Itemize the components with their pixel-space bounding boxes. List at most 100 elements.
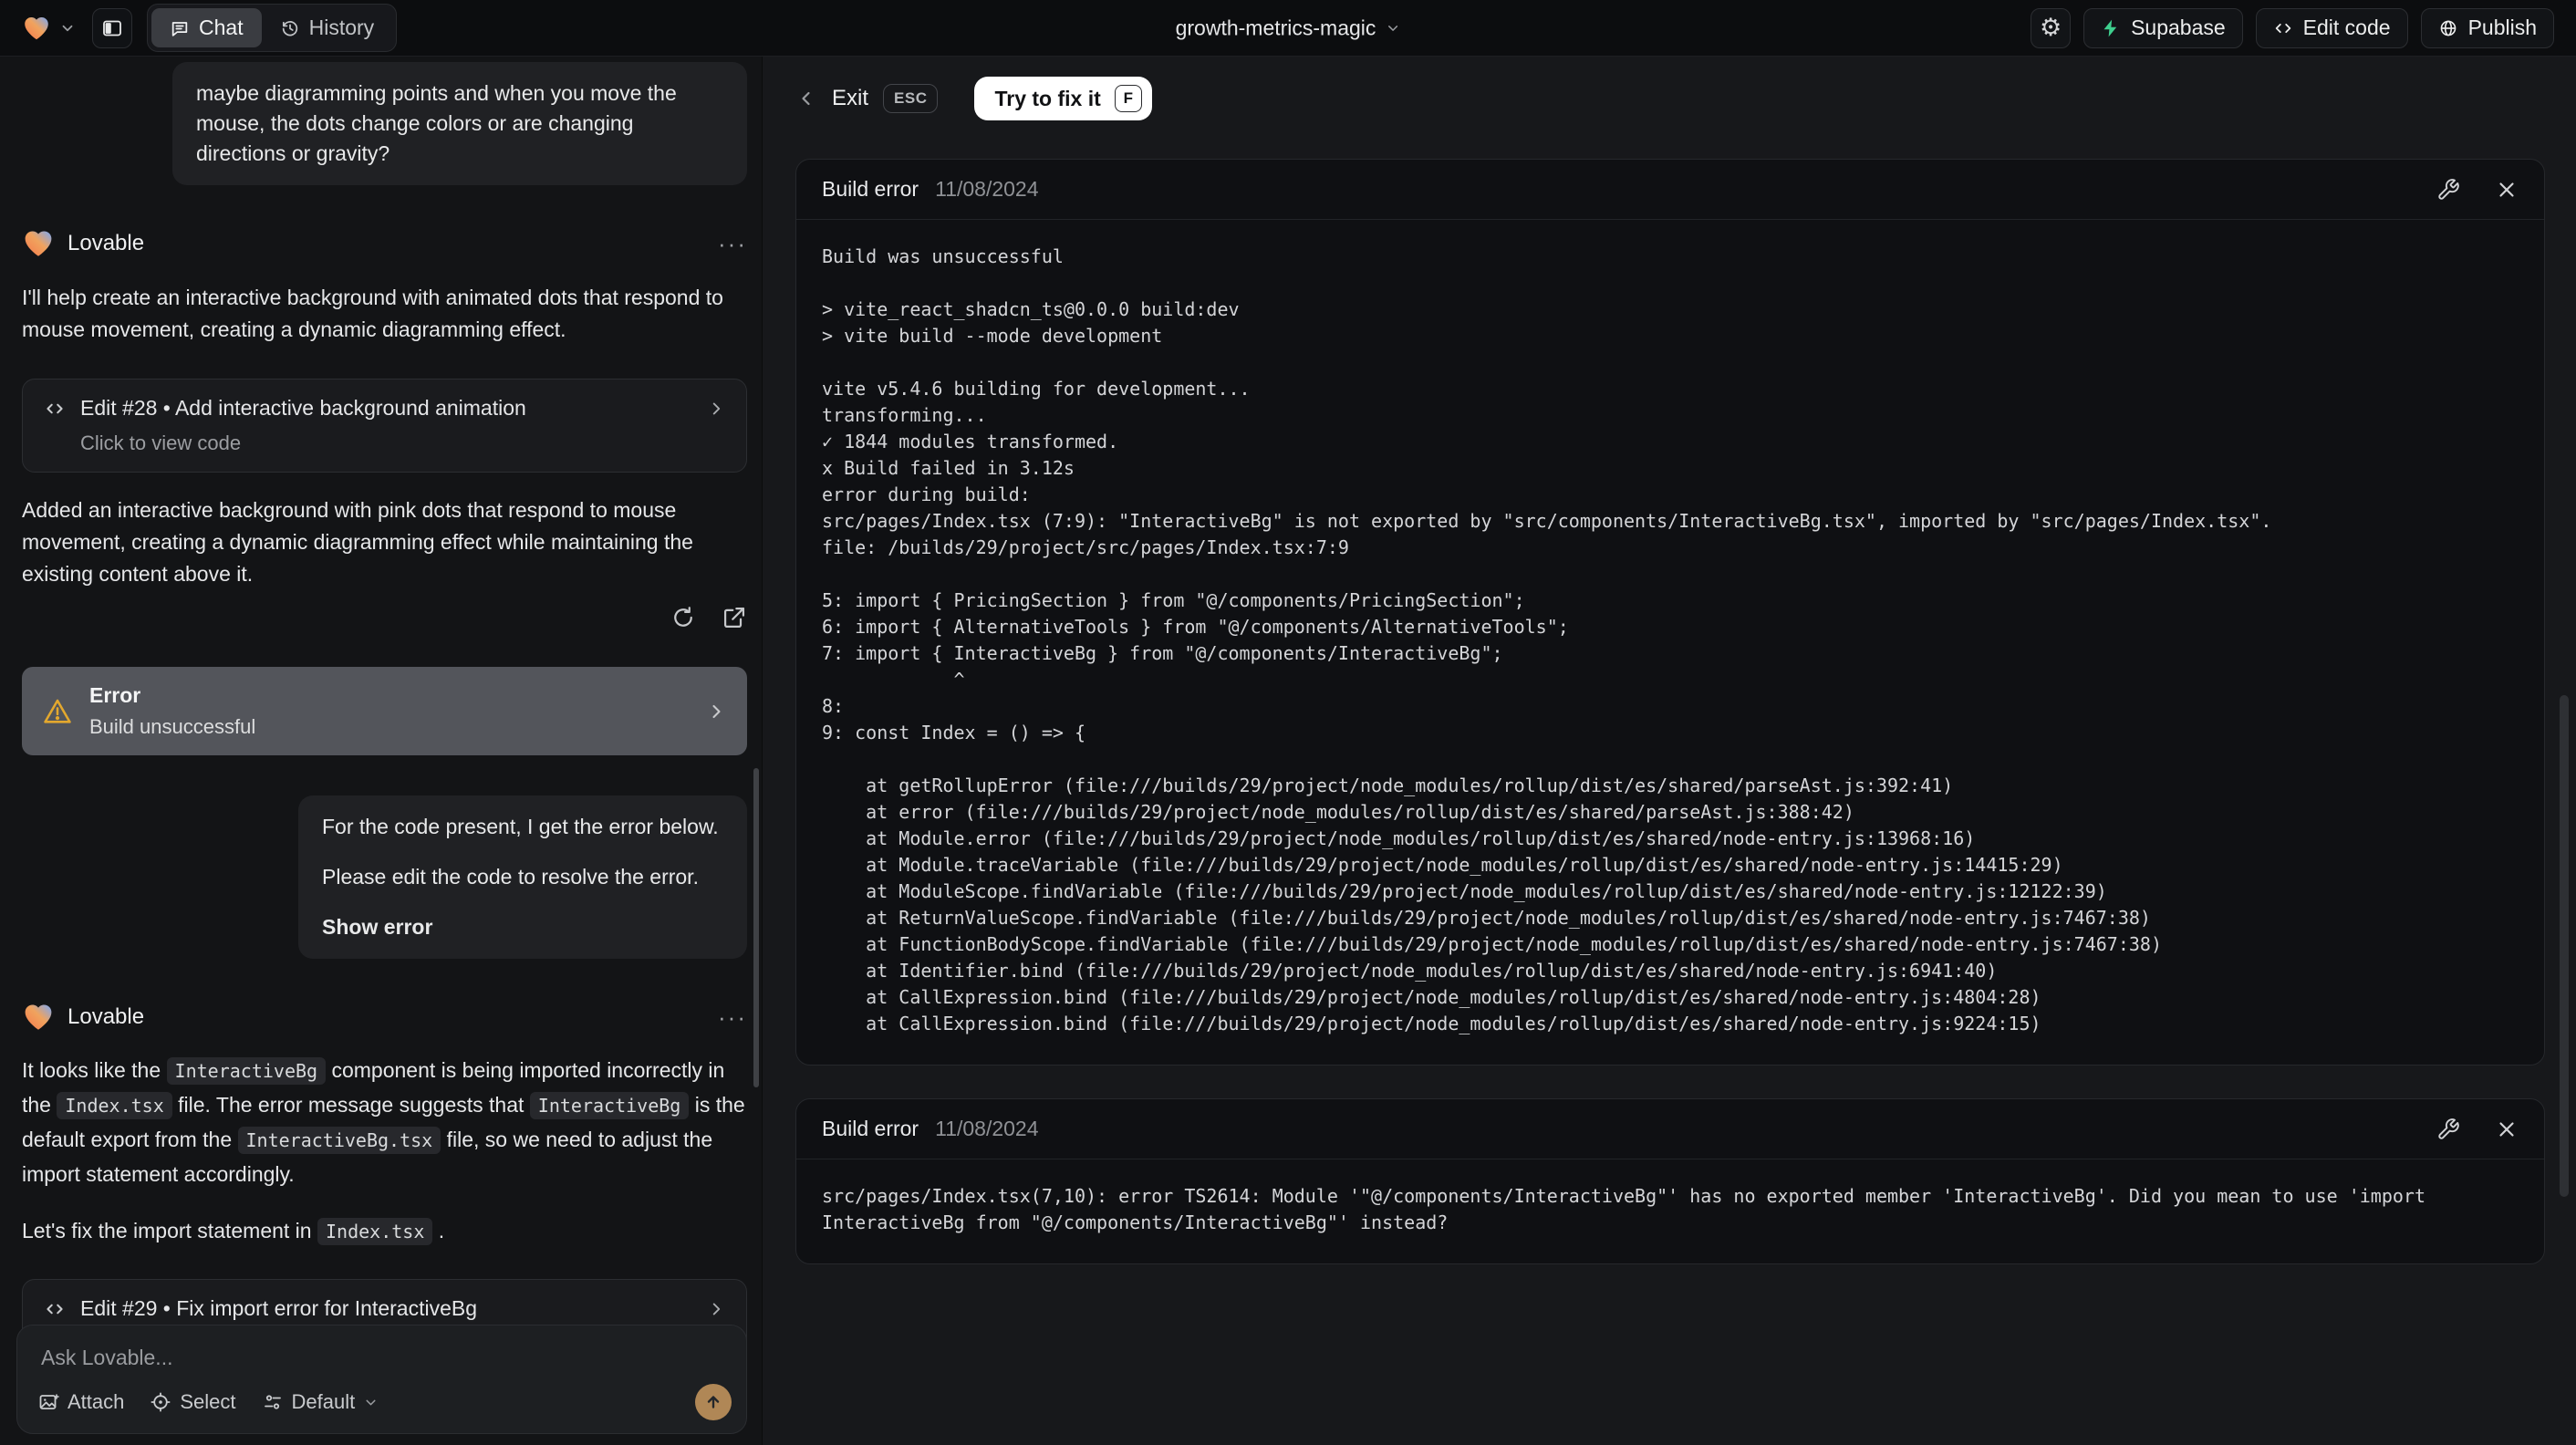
build-error-date: 11/08/2024: [935, 1117, 1039, 1140]
message-menu-button[interactable]: ···: [718, 232, 747, 255]
code-icon: [43, 1297, 67, 1321]
chevron-down-icon: [363, 1395, 379, 1410]
build-error-console: src/pages/Index.tsx(7,10): error TS2614:…: [822, 1185, 2425, 1233]
build-error-header: Build error 11/08/2024: [796, 1099, 2544, 1159]
assistant-name: Lovable: [68, 231, 145, 255]
inline-code: Index.tsx: [317, 1218, 433, 1245]
assistant-header: Lovable ···: [22, 227, 747, 260]
edit-code-label: Edit code: [2302, 16, 2391, 39]
chevron-right-icon: [705, 701, 727, 722]
open-external-icon[interactable]: [722, 605, 747, 630]
settings-button[interactable]: ⚙: [2031, 7, 2072, 48]
tab-history[interactable]: History: [262, 8, 393, 47]
lovable-app: Chat History growth-metrics-magic ⚙ Supa…: [0, 0, 2576, 1445]
image-attach-icon: [37, 1391, 59, 1413]
composer-input[interactable]: Ask Lovable...: [41, 1346, 722, 1370]
chat-scrollbar[interactable]: [753, 768, 759, 1087]
user-message: For the code present, I get the error be…: [298, 795, 747, 959]
attach-button[interactable]: Attach: [37, 1390, 124, 1414]
publish-button[interactable]: Publish: [2420, 7, 2554, 48]
lovable-logo-heart-icon: [22, 14, 51, 43]
target-select-icon: [150, 1391, 171, 1413]
error-banner-title: Error: [89, 683, 141, 707]
assistant-message: Let's fix the import statement in Index.…: [22, 1215, 747, 1248]
logo-menu[interactable]: [22, 14, 76, 43]
esc-key-badge: ESC: [883, 84, 939, 113]
f-key-badge: F: [1114, 85, 1142, 112]
show-error-link[interactable]: Show error: [322, 912, 723, 942]
error-banner-text: Error Build unsuccessful: [89, 683, 255, 739]
arrow-up-icon: [703, 1392, 723, 1412]
error-banner[interactable]: Error Build unsuccessful: [22, 667, 747, 755]
exit-button[interactable]: Exit: [832, 86, 868, 111]
topbar: Chat History growth-metrics-magic ⚙ Supa…: [0, 0, 2576, 57]
lovable-avatar: [22, 1001, 55, 1034]
assistant-message-text: Added an interactive background with pin…: [22, 498, 693, 586]
close-icon[interactable]: [2495, 178, 2519, 202]
assistant-message: It looks like the InteractiveBg componen…: [22, 1054, 747, 1191]
inline-code: InteractiveBg: [166, 1057, 327, 1085]
assistant-message: Added an interactive background with pin…: [22, 494, 747, 590]
history-clock-icon: [280, 18, 300, 38]
sidebar-panel-icon: [101, 17, 123, 39]
inline-code: Index.tsx: [57, 1092, 172, 1119]
fix-wrench-icon[interactable]: [2436, 1118, 2460, 1141]
publish-label: Publish: [2467, 16, 2537, 39]
inline-code: InteractiveBg.tsx: [237, 1127, 441, 1154]
send-button[interactable]: [695, 1384, 732, 1420]
message-menu-button[interactable]: ···: [718, 1005, 747, 1029]
composer-toolbar: Attach Select Default: [37, 1384, 732, 1420]
project-switcher[interactable]: growth-metrics-magic: [1176, 16, 1401, 40]
text-segment: It looks like the: [22, 1058, 167, 1082]
assistant-message-text: I'll help create an interactive backgrou…: [22, 286, 723, 341]
code-icon: [43, 397, 67, 421]
supabase-bolt-icon: [2101, 18, 2121, 38]
assistant-message: I'll help create an interactive backgrou…: [22, 282, 747, 346]
user-message-line: For the code present, I get the error be…: [322, 815, 719, 838]
chat-panel: maybe diagramming points and when you mo…: [0, 57, 763, 1445]
build-error-console: Build was unsuccessful > vite_react_shad…: [822, 245, 2272, 1034]
text-segment: Let's fix the import statement in: [22, 1219, 317, 1242]
topbar-actions: ⚙ Supabase Edit code Publish: [2031, 7, 2554, 48]
build-error-title: Build error: [822, 1117, 919, 1140]
overlay-toolbar: Exit ESC Try to fix it F: [795, 77, 2545, 120]
warning-triangle-icon: [42, 696, 73, 727]
tab-history-label: History: [308, 16, 375, 39]
error-overlay-panel: Exit ESC Try to fix it F Build error 11/…: [763, 57, 2576, 1445]
build-error-date: 11/08/2024: [935, 177, 1039, 201]
build-error-card-2: Build error 11/08/2024 src/pages/Index.t…: [795, 1098, 2545, 1264]
text-segment: .: [432, 1219, 445, 1242]
project-name: growth-metrics-magic: [1175, 16, 1376, 39]
edit-code-button[interactable]: Edit code: [2255, 7, 2408, 48]
chat-bubble-icon: [170, 18, 190, 38]
restore-icon[interactable]: [670, 605, 696, 630]
mode-dropdown[interactable]: Default: [262, 1390, 379, 1414]
edit-card-title: Edit #28 • Add interactive background an…: [80, 396, 526, 420]
supabase-label: Supabase: [2131, 16, 2226, 39]
try-to-fix-label: Try to fix it: [994, 86, 1101, 110]
supabase-button[interactable]: Supabase: [2083, 7, 2243, 48]
sidebar-toggle-button[interactable]: [92, 7, 132, 48]
inline-code: InteractiveBg: [529, 1092, 690, 1119]
try-to-fix-button[interactable]: Try to fix it F: [974, 77, 1152, 120]
assistant-name: Lovable: [68, 1004, 145, 1029]
build-error-header: Build error 11/08/2024: [796, 160, 2544, 220]
lovable-avatar: [22, 227, 55, 260]
composer: Ask Lovable... Attach Select Default: [16, 1325, 747, 1434]
edit-card-title: Edit #29 • Fix import error for Interact…: [80, 1296, 477, 1320]
chevron-right-icon: [706, 399, 726, 419]
build-error-title: Build error: [822, 177, 919, 201]
tab-chat[interactable]: Chat: [151, 8, 262, 47]
panel-scrollbar[interactable]: [2560, 695, 2569, 1197]
close-icon[interactable]: [2495, 1118, 2519, 1141]
fix-wrench-icon[interactable]: [2436, 178, 2460, 202]
attach-label: Attach: [68, 1390, 125, 1413]
edit-card-28[interactable]: Edit #28 • Add interactive background an…: [22, 379, 747, 473]
assistant-header: Lovable ···: [22, 1001, 747, 1034]
build-error-card-1: Build error 11/08/2024 Build was unsucce…: [795, 159, 2545, 1066]
code-brackets-icon: [2273, 18, 2293, 38]
select-button[interactable]: Select: [150, 1390, 236, 1414]
text-segment: file. The error message suggests that: [171, 1093, 530, 1117]
message-actions: [22, 605, 747, 630]
globe-icon: [2438, 18, 2458, 38]
